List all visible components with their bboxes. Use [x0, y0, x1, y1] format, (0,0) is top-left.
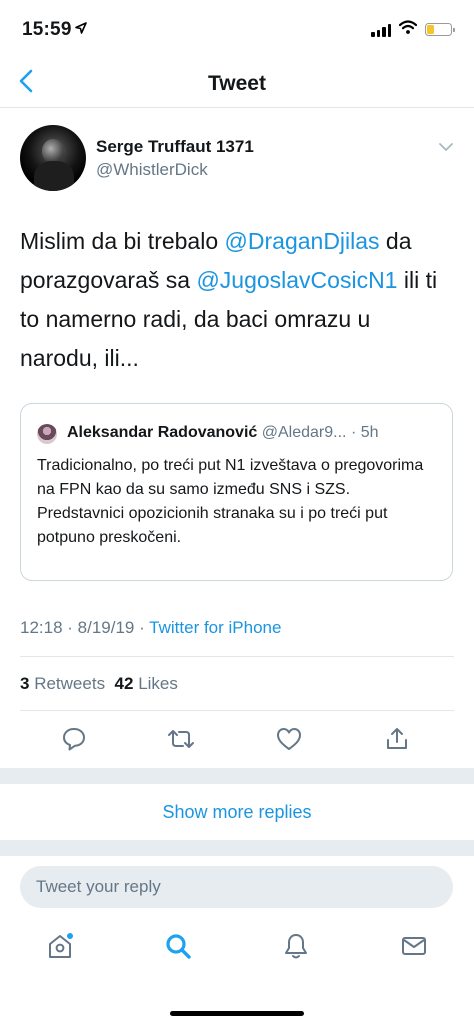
quoted-tweet-header: Aleksandar Radovanović @Aledar9... · 5h [67, 424, 438, 442]
signal-icon [371, 23, 391, 37]
show-more-replies-button[interactable]: Show more replies [0, 784, 474, 840]
battery-level [427, 25, 434, 34]
tweet-stats: 3 Retweets 42 Likes [20, 674, 178, 694]
search-icon [164, 932, 192, 965]
reply-input[interactable] [20, 866, 453, 908]
tweet-text-part: Mislim da bi trebalo [20, 228, 225, 254]
like-icon[interactable] [274, 724, 304, 754]
new-content-dot [67, 933, 73, 939]
retweet-icon[interactable] [166, 724, 196, 754]
likes-count: 42 [114, 674, 134, 693]
timestamp-text: 12:18 · 8/19/19 · [20, 618, 150, 637]
tab-home[interactable] [40, 928, 80, 968]
tab-messages[interactable] [394, 928, 434, 968]
reply-icon[interactable] [59, 724, 89, 754]
section-separator [0, 840, 474, 856]
source-link[interactable]: Twitter for iPhone [149, 618, 281, 637]
quoted-avatar [37, 424, 57, 444]
tweet-timestamp: 12:18 · 8/19/19 · Twitter for iPhone [20, 618, 281, 638]
clock-text: 15:59 [22, 19, 72, 40]
tab-bar [0, 922, 474, 982]
quoted-author-handle: @Aledar9... [261, 424, 347, 441]
tab-search[interactable] [158, 928, 198, 968]
status-icons [371, 20, 455, 39]
mention-link[interactable]: @JugoslavCosicN1 [196, 267, 397, 293]
likes-stat[interactable]: 42 Likes [115, 674, 178, 693]
tweet-text: Mislim da bi trebalo @DraganDjilas da po… [20, 222, 454, 378]
avatar[interactable] [20, 125, 86, 191]
tab-notifications[interactable] [276, 928, 316, 968]
nav-bar: Tweet [0, 58, 474, 108]
location-arrow-icon [74, 18, 87, 40]
author-name[interactable]: Serge Truffaut 1371 [96, 137, 254, 157]
share-icon[interactable] [382, 724, 412, 754]
messages-icon [400, 934, 428, 963]
retweets-count: 3 [20, 674, 30, 693]
retweets-label: Retweets [34, 674, 106, 693]
divider [20, 710, 454, 711]
notifications-icon [283, 932, 309, 965]
status-bar: 15:59 [0, 0, 474, 58]
chevron-down-icon[interactable] [438, 139, 454, 157]
quoted-time: · 5h [350, 424, 379, 441]
page-title: Tweet [208, 72, 266, 95]
battery-icon [425, 23, 455, 36]
status-time: 15:59 [22, 18, 87, 41]
quoted-author-name: Aleksandar Radovanović [67, 424, 258, 441]
author-handle[interactable]: @WhistlerDick [96, 160, 208, 180]
likes-label: Likes [138, 674, 178, 693]
quoted-tweet-text: Tradicionalno, po treći put N1 izveštava… [37, 457, 424, 546]
section-separator [0, 768, 474, 784]
tweet-header: Serge Truffaut 1371 @WhistlerDick [20, 125, 454, 195]
divider [20, 656, 454, 657]
mention-link[interactable]: @DraganDjilas [225, 228, 380, 254]
wifi-icon [398, 20, 418, 39]
home-indicator[interactable] [170, 1011, 304, 1016]
retweets-stat[interactable]: 3 Retweets [20, 674, 105, 693]
quoted-tweet-card[interactable]: Aleksandar Radovanović @Aledar9... · 5h … [20, 403, 453, 581]
tweet-actions [0, 724, 474, 760]
